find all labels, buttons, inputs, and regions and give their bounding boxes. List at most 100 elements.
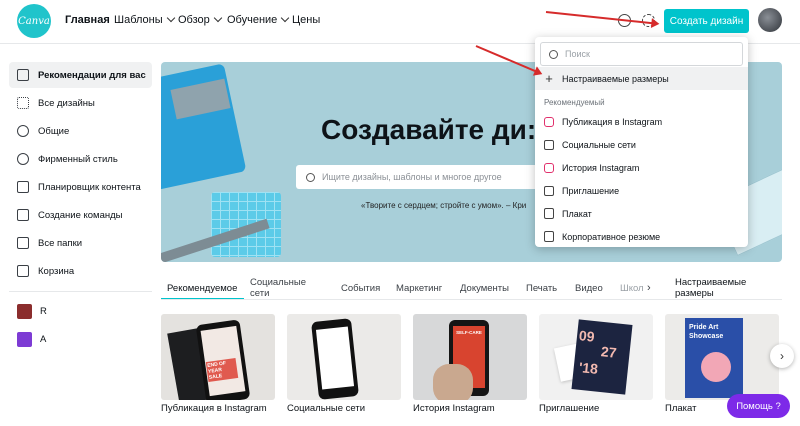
tab-documents[interactable]: Документы xyxy=(460,276,509,300)
sidebar-item-brand-kit[interactable]: Фирменный стиль xyxy=(9,146,152,172)
team-label: R xyxy=(40,305,47,317)
card-poster[interactable]: Pride Art Showcase xyxy=(665,314,779,400)
tabs-next-chevron-icon[interactable]: › xyxy=(647,276,651,300)
dropdown-item-invitation[interactable]: Приглашение xyxy=(535,179,748,202)
hero-search-placeholder: Ищите дизайны, шаблоны и многое другое xyxy=(322,172,502,182)
brand-icon xyxy=(17,153,29,165)
dropdown-item-poster[interactable]: Плакат xyxy=(535,202,748,225)
dropdown-item-label: История Instagram xyxy=(562,162,640,173)
sidebar-divider xyxy=(9,291,152,292)
sidebar-item-label: Создание команды xyxy=(38,209,123,221)
nav-home[interactable]: Главная xyxy=(65,14,110,26)
dropdown-search-input[interactable]: Поиск xyxy=(540,42,743,66)
dropdown-item-label: Плакат xyxy=(562,208,592,219)
carousel-next-button[interactable]: › xyxy=(770,344,794,368)
sidebar-item-label: Рекомендации для вас xyxy=(38,69,146,81)
dropdown-item-instagram-post[interactable]: Публикация в Instagram xyxy=(535,110,748,133)
building-icon xyxy=(17,209,29,221)
nav-pricing[interactable]: Цены xyxy=(292,14,320,26)
tab-video[interactable]: Видео xyxy=(575,276,603,300)
card-invitation[interactable]: 09 27 '18 xyxy=(539,314,653,400)
sidebar-item-all-folders[interactable]: Все папки xyxy=(9,230,152,256)
people-icon xyxy=(17,125,29,137)
card-label-poster: Плакат xyxy=(665,403,697,414)
canva-logo[interactable]: Canva xyxy=(17,4,51,38)
card-social-media[interactable] xyxy=(287,314,401,400)
home-icon xyxy=(17,69,29,81)
tabs-divider xyxy=(161,299,782,300)
sidebar-item-label: Общие xyxy=(38,125,70,137)
calendar-icon xyxy=(17,181,29,193)
nav-templates-label: Шаблоны xyxy=(114,14,163,26)
card-label-social-media: Социальные сети xyxy=(287,403,366,414)
nav-templates[interactable]: Шаблоны xyxy=(114,13,175,26)
tab-recommended[interactable]: Рекомендуемое xyxy=(167,276,237,300)
poster-text-1: Pride Art xyxy=(689,324,719,331)
card-label-instagram-post: Публикация в Instagram xyxy=(161,403,267,414)
search-icon xyxy=(549,49,558,59)
story-text: SELF-CARE xyxy=(456,330,482,335)
sidebar-team-a[interactable]: A xyxy=(9,326,152,352)
chevron-down-icon xyxy=(213,13,223,23)
sidebar-item-all-designs[interactable]: Все дизайны xyxy=(9,90,152,116)
tab-print[interactable]: Печать xyxy=(526,276,557,300)
tab-marketing[interactable]: Маркетинг xyxy=(396,276,442,300)
tab-social[interactable]: Социальные сети xyxy=(250,276,306,300)
heart-icon xyxy=(544,139,554,150)
instagram-icon xyxy=(544,116,554,127)
sidebar-item-label: Корзина xyxy=(38,265,75,277)
poster-shape xyxy=(701,352,731,382)
invitation-text-1: 09 xyxy=(578,327,596,345)
hero-title: Создавайте ди: xyxy=(321,114,537,145)
dropdown-custom-sizes[interactable]: + Настраиваемые размеры xyxy=(535,67,748,90)
sidebar-item-label: Планировщик контента xyxy=(38,181,141,193)
sidebar-item-trash[interactable]: Корзина xyxy=(9,258,152,284)
nav-discover[interactable]: Обзор xyxy=(178,13,223,26)
dropdown-item-instagram-story[interactable]: История Instagram xyxy=(535,156,748,179)
dropdown-section-heading: Рекомендуемый xyxy=(544,98,605,107)
nav-learn[interactable]: Обучение xyxy=(227,13,290,26)
dropdown-item-social-media[interactable]: Социальные сети xyxy=(535,133,748,156)
nav-learn-label: Обучение xyxy=(227,14,278,26)
sidebar-team-r[interactable]: R xyxy=(9,298,152,324)
folder-icon xyxy=(17,237,29,249)
dropdown-item-resume[interactable]: Корпоративное резюме xyxy=(535,225,748,247)
search-icon xyxy=(306,172,315,182)
user-avatar[interactable] xyxy=(758,8,782,32)
tab-school[interactable]: Школ xyxy=(620,276,644,300)
team-avatar xyxy=(17,303,32,319)
team-avatar xyxy=(17,331,32,347)
sidebar-item-label: Фирменный стиль xyxy=(38,153,118,165)
chevron-down-icon xyxy=(281,13,290,23)
sidebar-item-create-team[interactable]: Создание команды xyxy=(9,202,152,228)
dropdown-item-label: Настраиваемые размеры xyxy=(562,73,669,84)
help-button[interactable]: Помощь ? xyxy=(727,394,790,418)
sidebar-item-content-planner[interactable]: Планировщик контента xyxy=(9,174,152,200)
sidebar-item-shared[interactable]: Общие xyxy=(9,118,152,144)
plus-icon: + xyxy=(545,71,553,86)
custom-sizes-link[interactable]: Настраиваемые размеры xyxy=(675,276,746,300)
team-label: A xyxy=(40,333,47,345)
card-instagram-story[interactable]: SELF-CARE xyxy=(413,314,527,400)
nav-discover-label: Обзор xyxy=(178,14,210,26)
trash-icon xyxy=(17,265,29,277)
create-design-dropdown: Поиск + Настраиваемые размеры Рекомендуе… xyxy=(535,37,748,247)
dropdown-item-label: Приглашение xyxy=(562,185,620,196)
card-instagram-post[interactable]: END OF YEAR SALE xyxy=(161,314,275,400)
dropdown-search-placeholder: Поиск xyxy=(565,49,590,59)
sidebar-item-label: Все дизайны xyxy=(38,97,95,109)
instagram-icon xyxy=(544,162,554,173)
phone-screen xyxy=(315,326,355,390)
create-design-button[interactable]: Создать дизайн xyxy=(664,9,749,33)
hero-search-input[interactable]: Ищите дизайны, шаблоны и многое другое xyxy=(296,165,546,189)
document-icon xyxy=(544,231,554,242)
sidebar-item-recommended[interactable]: Рекомендации для вас xyxy=(9,62,152,88)
poster-text-2: Showcase xyxy=(689,333,724,340)
post-sale-text: END OF YEAR SALE xyxy=(205,358,239,382)
invitation-text-3: '18 xyxy=(578,359,599,377)
dropdown-item-label: Публикация в Instagram xyxy=(562,116,663,127)
logo-text: Canva xyxy=(18,15,50,27)
grid-icon xyxy=(17,97,29,109)
envelope-icon xyxy=(544,185,554,196)
tab-events[interactable]: События xyxy=(341,276,380,300)
